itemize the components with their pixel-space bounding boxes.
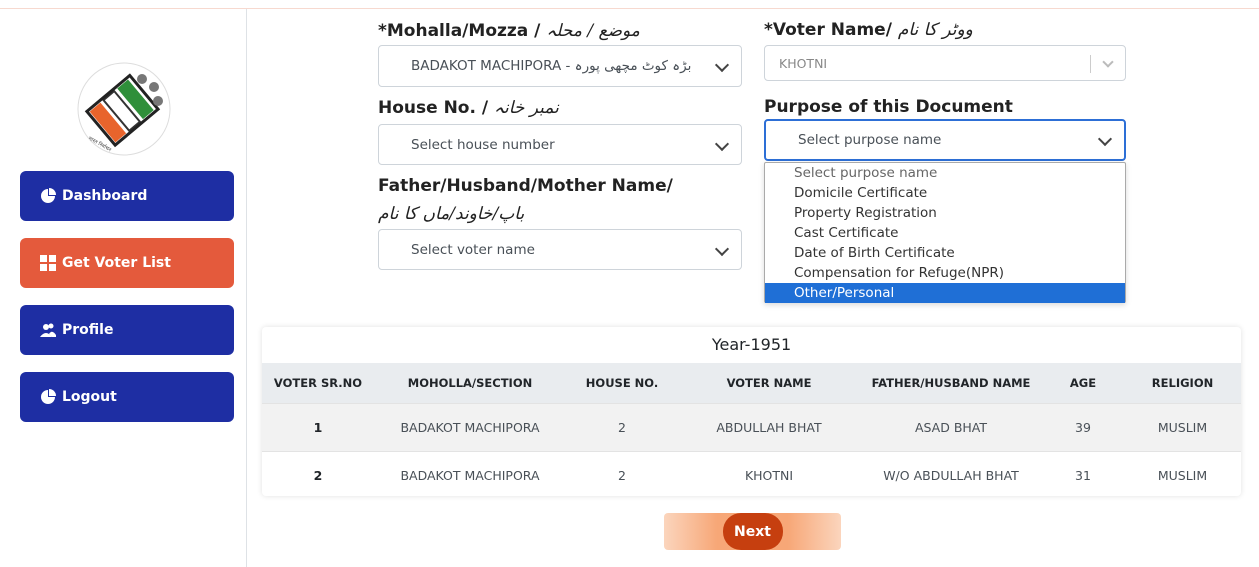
year-heading: Year-1951 <box>711 335 792 354</box>
voter-name-select[interactable]: KHOTNI <box>764 45 1126 81</box>
chevron-down-icon <box>1102 56 1114 68</box>
house-number-label: House No. / نمبر خانہ <box>378 98 559 118</box>
mohalla-select-value: BADAKOT MACHIPORA - بڑہ کوٹ مچھی پورہ <box>411 58 692 74</box>
sidebar-item-get-voter-list[interactable]: Get Voter List <box>20 238 234 288</box>
column-header: VOTER SR.NO <box>262 363 374 404</box>
purpose-option-cast[interactable]: Cast Certificate <box>765 223 1125 243</box>
table-cell: MUSLIM <box>1124 451 1241 496</box>
purpose-option-other[interactable]: Other/Personal <box>765 283 1125 303</box>
pie-chart-icon <box>41 389 56 404</box>
purpose-label: Purpose of this Document <box>764 97 1013 117</box>
purpose-option-compensation[interactable]: Compensation for Refuge(NPR) <box>765 263 1125 283</box>
column-header: MOHOLLA/SECTION <box>374 363 566 404</box>
sidebar-item-label: Get Voter List <box>62 255 171 271</box>
purpose-option-placeholder[interactable]: Select purpose name <box>765 163 1125 183</box>
chevron-down-icon <box>714 57 730 73</box>
mohalla-select[interactable]: BADAKOT MACHIPORA - بڑہ کوٹ مچھی پورہ <box>378 45 742 87</box>
sidebar-item-profile[interactable]: Profile <box>20 305 234 355</box>
voter-name-select-value: KHOTNI <box>779 55 828 71</box>
purpose-dropdown-list: Select purpose name Domicile Certificate… <box>764 162 1126 303</box>
column-header: FATHER/HUSBAND NAME <box>860 363 1042 404</box>
table-cell: BADAKOT MACHIPORA <box>374 451 566 496</box>
voter-table-card: Year-1951 VOTER SR.NO MOHOLLA/SECTION HO… <box>262 327 1241 496</box>
table-cell: 31 <box>1042 451 1124 496</box>
table-cell: 2 <box>566 403 678 452</box>
table-cell: ABDULLAH BHAT <box>678 403 860 452</box>
table-cell: KHOTNI <box>678 451 860 496</box>
father-name-select[interactable]: Select voter name <box>378 229 742 270</box>
column-header: VOTER NAME <box>678 363 860 404</box>
chevron-down-icon <box>714 136 730 151</box>
purpose-option-property[interactable]: Property Registration <box>765 203 1125 223</box>
table-cell: W/O ABDULLAH BHAT <box>860 451 1042 496</box>
father-name-urdu-label: باپ/خاوند/ماں کا نام <box>378 204 525 224</box>
mohalla-label: *Mohalla/Mozza / موضع / محلہ <box>378 21 640 41</box>
next-button-container: Next <box>664 513 841 550</box>
table-cell: 39 <box>1042 403 1124 452</box>
father-name-label: Father/Husband/Mother Name/ <box>378 176 673 196</box>
table-header-row: VOTER SR.NO MOHOLLA/SECTION HOUSE NO. VO… <box>262 363 1241 404</box>
column-header: AGE <box>1042 363 1124 404</box>
sidebar-item-dashboard[interactable]: Dashboard <box>20 171 234 221</box>
table-cell: MUSLIM <box>1124 403 1241 452</box>
table-cell: ASAD BHAT <box>860 403 1042 452</box>
table-cell: 2 <box>262 451 374 496</box>
voter-name-label: *Voter Name/ ووٹر کا نام <box>764 20 973 40</box>
sidebar-item-logout[interactable]: Logout <box>20 372 234 422</box>
column-header: HOUSE NO. <box>566 363 678 404</box>
purpose-select[interactable]: Select purpose name <box>764 119 1126 161</box>
grid-icon <box>40 255 56 271</box>
election-commission-logo: भारत निर्वाचन <box>77 62 171 156</box>
column-header: RELIGION <box>1124 363 1241 404</box>
voter-table: VOTER SR.NO MOHOLLA/SECTION HOUSE NO. VO… <box>262 363 1241 496</box>
purpose-option-domicile[interactable]: Domicile Certificate <box>765 183 1125 203</box>
sidebar-item-label: Profile <box>62 322 114 338</box>
table-cell: 1 <box>262 403 374 452</box>
next-button[interactable]: Next <box>722 513 783 550</box>
sidebar-item-label: Logout <box>62 389 117 405</box>
table-row[interactable]: 2 BADAKOT MACHIPORA 2 KHOTNI W/O ABDULLA… <box>262 451 1241 496</box>
house-number-select[interactable]: Select house number <box>378 124 742 165</box>
purpose-select-value: Select purpose name <box>798 132 942 148</box>
table-row[interactable]: 1 BADAKOT MACHIPORA 2 ABDULLAH BHAT ASAD… <box>262 403 1241 452</box>
father-name-placeholder: Select voter name <box>411 241 535 258</box>
select-separator <box>1090 55 1091 73</box>
table-cell: 2 <box>566 451 678 496</box>
sidebar: भारत निर्वाचन Dashboard Get Voter List P… <box>0 9 247 567</box>
chevron-down-icon <box>714 241 730 256</box>
house-number-placeholder: Select house number <box>411 136 555 153</box>
chevron-down-icon <box>1097 131 1113 147</box>
users-icon <box>40 323 56 337</box>
sidebar-item-label: Dashboard <box>62 188 148 204</box>
table-cell: BADAKOT MACHIPORA <box>374 403 566 452</box>
purpose-option-dob[interactable]: Date of Birth Certificate <box>765 243 1125 263</box>
pie-chart-icon <box>41 188 56 203</box>
